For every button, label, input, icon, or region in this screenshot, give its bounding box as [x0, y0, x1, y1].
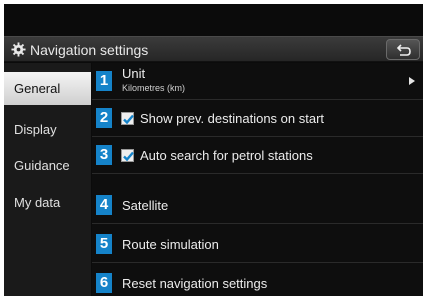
callout-number: 6: [96, 273, 112, 293]
setting-row-satellite[interactable]: 4 Satellite: [92, 187, 423, 224]
setting-label: Auto search for petrol stations: [140, 148, 313, 163]
callout-number: 3: [96, 145, 112, 165]
setting-value: Kilometres (km): [122, 83, 186, 93]
title-bar: Navigation settings: [4, 36, 423, 62]
sidebar-item-label: General: [14, 81, 61, 96]
setting-label: Show prev. destinations on start: [140, 111, 325, 126]
back-arrow-icon: [396, 44, 411, 56]
sidebar-item-display[interactable]: Display: [4, 113, 91, 146]
checkmark-icon: [123, 151, 134, 162]
checkmark-icon: [123, 114, 134, 125]
setting-row-unit[interactable]: 1 Unit Kilometres (km): [92, 63, 423, 100]
settings-list: 1 Unit Kilometres (km) 2 Show prev. dest…: [92, 63, 423, 296]
sidebar-item-label: Display: [14, 122, 57, 137]
back-button[interactable]: [386, 39, 420, 60]
navigation-settings-screen: Navigation settings General Display Guid…: [4, 4, 423, 296]
setting-label: Satellite: [122, 198, 169, 213]
callout-number: 4: [96, 195, 112, 215]
callout-number: 2: [96, 108, 112, 128]
callout-number: 5: [96, 234, 112, 254]
setting-label: Unit: [122, 66, 146, 81]
sidebar-item-my-data[interactable]: My data: [4, 186, 91, 219]
checkbox[interactable]: [121, 149, 134, 162]
callout-number: 1: [96, 71, 112, 91]
sidebar: General Display Guidance My data: [4, 63, 91, 296]
setting-label: Route simulation: [122, 237, 219, 252]
checkbox[interactable]: [121, 112, 134, 125]
setting-row-reset-navigation[interactable]: 6 Reset navigation settings: [92, 265, 423, 296]
chevron-right-icon: [409, 77, 415, 85]
setting-row-auto-search-petrol[interactable]: 3 Auto search for petrol stations: [92, 137, 423, 174]
sidebar-item-label: Guidance: [14, 158, 70, 173]
gear-icon: [11, 42, 26, 57]
setting-label: Reset navigation settings: [122, 276, 268, 291]
setting-row-show-prev-destinations[interactable]: 2 Show prev. destinations on start: [92, 100, 423, 137]
page-title: Navigation settings: [30, 42, 149, 58]
sidebar-item-label: My data: [14, 195, 61, 210]
setting-row-route-simulation[interactable]: 5 Route simulation: [92, 226, 423, 263]
sidebar-item-general[interactable]: General: [4, 72, 91, 105]
sidebar-item-guidance[interactable]: Guidance: [4, 149, 91, 182]
